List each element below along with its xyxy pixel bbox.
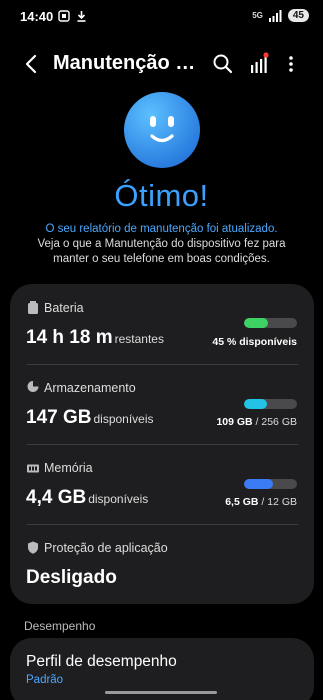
app-protection-label: Proteção de aplicação — [44, 541, 168, 555]
page-title: Manutenção do dispositivo — [53, 52, 203, 74]
memory-caption: 6,5 GB / 12 GB — [225, 496, 297, 508]
storage-label: Armazenamento — [44, 381, 136, 395]
app-bar: Manutenção do dispositivo — [0, 44, 323, 84]
back-arrow-icon[interactable] — [18, 50, 46, 78]
report-updated-text[interactable]: O seu relatório de manutenção foi atuali… — [0, 222, 323, 237]
status-headline: Ótimo! — [114, 178, 209, 213]
battery-row[interactable]: Bateria 14 h 18 m restantes 45 % disponív… — [10, 284, 314, 364]
performance-profile-title: Perfil de desempenho — [26, 653, 177, 670]
battery-bar — [244, 318, 297, 328]
battery-label: Bateria — [44, 301, 84, 315]
storage-value: 147 GB disponíveis — [26, 407, 154, 429]
battery-value: 14 h 18 m restantes — [26, 327, 164, 349]
pie-chart-icon — [27, 381, 39, 392]
battery-unit: restantes — [114, 332, 164, 346]
chart-icon[interactable] — [245, 50, 273, 78]
memory-bar — [244, 479, 297, 489]
memory-unit: disponíveis — [88, 492, 149, 506]
status-time: 14:40 — [20, 9, 54, 24]
metrics-card: Bateria 14 h 18 m restantes 45 % disponív… — [10, 284, 314, 604]
description-text: Veja o que a Manutenção do dispositivo f… — [37, 238, 286, 265]
storage-row[interactable]: Armazenamento 147 GB disponíveis 109 GB /… — [10, 365, 314, 445]
signal-icon — [268, 9, 282, 22]
notification-icons — [58, 10, 87, 22]
status-description: O seu relatório de manutenção foi atuali… — [0, 222, 323, 267]
memory-label: Memória — [44, 461, 93, 475]
storage-bar-fill — [244, 399, 267, 409]
battery-icon — [28, 301, 38, 314]
smiley-face-features — [150, 116, 174, 143]
battery-bar-fill — [244, 318, 268, 328]
system-icons: 5G 45 — [252, 9, 309, 22]
memory-bar-fill — [244, 479, 273, 489]
performance-profile-value: Padrão — [26, 674, 64, 686]
memory-row[interactable]: Memória 4,4 GB disponíveis 6,5 GB / 12 GB — [10, 445, 314, 525]
storage-free: 147 GB — [26, 407, 92, 428]
more-vert-icon[interactable] — [277, 50, 305, 78]
screenshot-icon — [58, 10, 70, 22]
shield-icon — [28, 541, 38, 554]
section-label-performance: Desempenho — [24, 619, 96, 633]
app-protection-value: Desligado — [26, 567, 117, 588]
search-icon[interactable] — [209, 50, 237, 78]
memory-free: 4,4 GB — [26, 487, 87, 508]
storage-caption: 109 GB / 256 GB — [216, 416, 297, 428]
app-protection-row[interactable]: Proteção de aplicação Desligado — [10, 525, 314, 604]
download-icon — [77, 11, 86, 22]
storage-unit: disponíveis — [93, 412, 154, 426]
smiley-face-icon — [124, 92, 200, 168]
memory-value: 4,4 GB disponíveis — [26, 487, 148, 509]
memory-chip-icon — [27, 464, 39, 473]
storage-bar — [244, 399, 297, 409]
battery-badge: 45 — [287, 9, 309, 22]
network-label: 5G — [252, 10, 263, 20]
status-bar: 14:40 5G 45 — [0, 0, 323, 34]
battery-caption: 45 % disponíveis — [212, 336, 297, 348]
battery-time: 14 h 18 m — [26, 327, 113, 348]
home-indicator[interactable] — [105, 691, 217, 694]
